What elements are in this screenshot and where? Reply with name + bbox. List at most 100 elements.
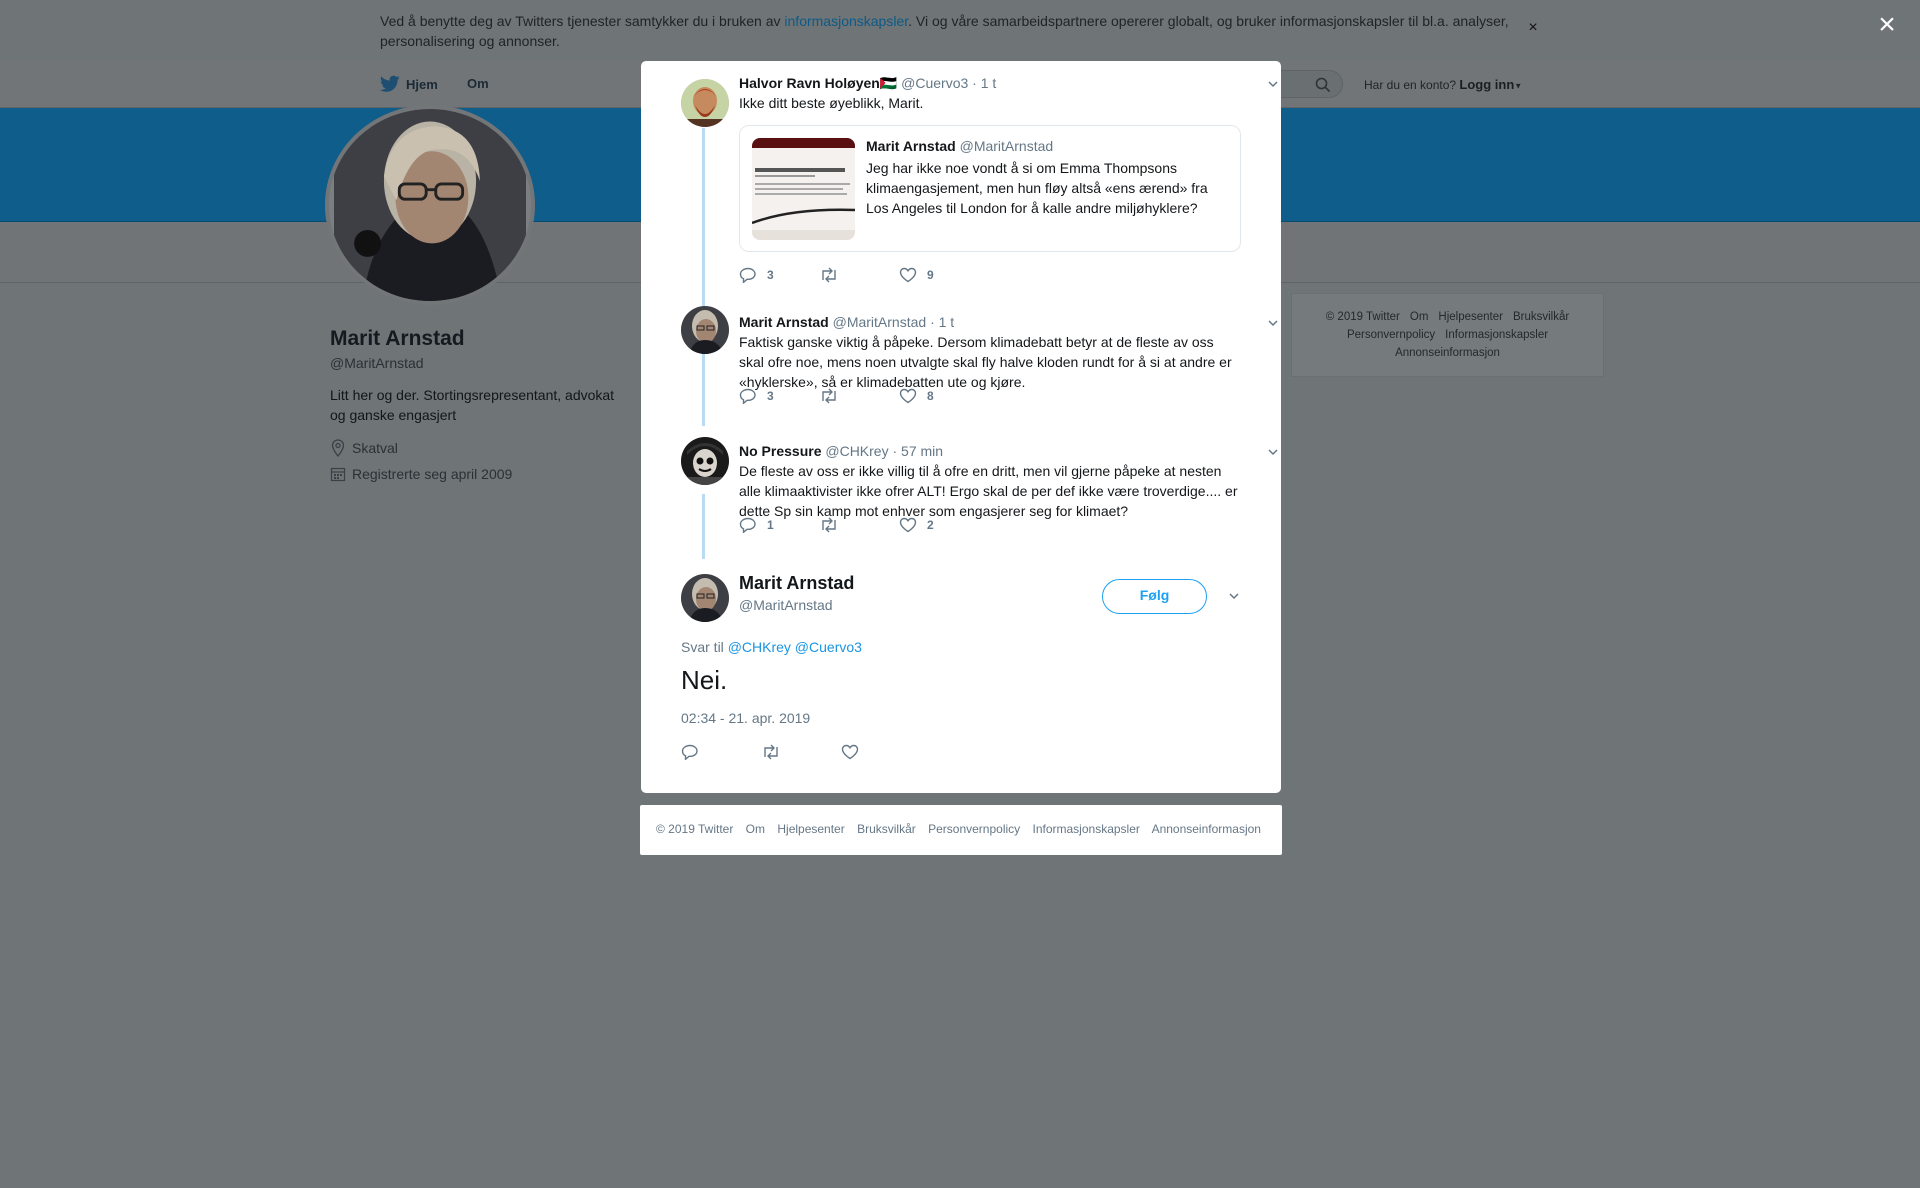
quoted-tweet[interactable]: Marit Arnstad @MaritArnstad Jeg har ikke… — [739, 125, 1241, 252]
profile-photo — [334, 109, 526, 301]
footer-link-cookies[interactable]: Informasjonskapsler — [1445, 329, 1548, 341]
tweet-time[interactable]: · 1 t — [972, 75, 996, 91]
reply-icon — [739, 517, 756, 533]
retweet-button[interactable] — [761, 744, 841, 763]
like-count: 8 — [927, 389, 934, 403]
profile-handle[interactable]: @MaritArnstad — [330, 355, 424, 371]
footer-link-about[interactable]: Om — [1410, 311, 1429, 323]
reply-button[interactable] — [681, 744, 761, 763]
login-prompt: Har du en konto? — [1364, 78, 1457, 92]
reply-to-link[interactable]: @CHKrey — [728, 639, 791, 655]
footer-link-help[interactable]: Hjelpesenter — [777, 822, 844, 836]
tweet-author-handle[interactable]: @Cuervo3 — [901, 75, 968, 91]
like-count: 2 — [927, 518, 934, 532]
footer-link-privacy[interactable]: Personvernpolicy — [928, 822, 1020, 836]
caret-down-icon: ▼ — [1514, 81, 1523, 91]
chevron-down-icon[interactable] — [1266, 77, 1280, 91]
cookie-text-before: Ved å benytte deg av Twitters tjenester … — [380, 13, 785, 29]
tweet-author-name[interactable]: Marit Arnstad — [739, 314, 829, 330]
retweet-icon — [822, 517, 836, 533]
retweet-button[interactable] — [819, 517, 899, 533]
chevron-down-icon[interactable] — [1266, 445, 1280, 459]
quoted-author-name: Marit Arnstad — [866, 138, 956, 154]
tweet-actions: 1 2 — [739, 517, 979, 533]
cookie-banner: Ved å benytte deg av Twitters tjenester … — [0, 0, 1920, 61]
main-tweet-author-handle[interactable]: @MaritArnstad — [739, 597, 833, 613]
tweet-author-name[interactable]: Halvor Ravn Holøyen🇵🇸 — [739, 75, 897, 91]
tweet-time[interactable]: · 57 min — [892, 443, 943, 459]
login-area: Har du en konto? Logg inn▼ — [1364, 77, 1522, 92]
chevron-down-icon[interactable] — [1266, 316, 1280, 330]
tweet-time[interactable]: · 1 t — [930, 314, 954, 330]
nav-home-label: Hjem — [406, 76, 438, 92]
reply-count: 1 — [767, 518, 774, 532]
thread-tweet[interactable]: Halvor Ravn Holøyen🇵🇸 @Cuervo3 · 1 t Ikk… — [681, 75, 1278, 295]
retweet-button[interactable] — [819, 267, 899, 283]
retweet-icon — [764, 744, 778, 760]
login-button[interactable]: Logg inn — [1459, 77, 1514, 92]
footer-link-about[interactable]: Om — [746, 822, 765, 836]
article-screenshot-image — [752, 138, 855, 240]
reply-to-line: Svar til @CHKrey @Cuervo3 — [681, 639, 862, 655]
heart-icon — [899, 388, 917, 404]
reply-icon — [739, 388, 756, 404]
footer-link-ads[interactable]: Annonseinformasjon — [1395, 347, 1500, 359]
nav-about-link[interactable]: Om — [467, 76, 489, 91]
reply-count: 3 — [767, 389, 774, 403]
like-button[interactable] — [841, 744, 921, 763]
reply-to-prefix: Svar til — [681, 639, 724, 655]
main-tweet-avatar[interactable] — [681, 574, 729, 622]
like-button[interactable]: 9 — [899, 267, 979, 283]
main-tweet-author-name[interactable]: Marit Arnstad — [739, 573, 854, 594]
tweet-avatar[interactable] — [681, 79, 729, 127]
twitter-bird-icon — [380, 75, 400, 92]
profile-name[interactable]: Marit Arnstad — [330, 327, 465, 351]
cookie-link[interactable]: informasjonskapsler — [784, 13, 908, 29]
reply-button[interactable]: 1 — [739, 517, 819, 533]
follow-button[interactable]: Følg — [1102, 579, 1207, 614]
cookie-close-button[interactable]: × — [1525, 18, 1541, 38]
quoted-tweet-text: Jeg har ikke noe vondt å si om Emma Thom… — [866, 160, 1208, 216]
footer-link-cookies[interactable]: Informasjonskapsler — [1033, 822, 1140, 836]
chevron-down-icon[interactable] — [1227, 589, 1241, 603]
retweet-button[interactable] — [819, 388, 899, 404]
profile-avatar[interactable] — [325, 105, 535, 305]
footer-copyright: © 2019 Twitter — [656, 822, 734, 836]
tweet-header: No Pressure @CHKrey · 57 min — [739, 443, 943, 459]
location-pin-icon — [331, 439, 345, 457]
tweet-author-name[interactable]: No Pressure — [739, 443, 821, 459]
like-button[interactable]: 2 — [899, 517, 979, 533]
main-tweet-timestamp[interactable]: 02:34 - 21. apr. 2019 — [681, 710, 810, 726]
sidebar-footer: © 2019 Twitter Om Hjelpesenter Bruksvilkår … — [1291, 293, 1604, 377]
tweet-header: Halvor Ravn Holøyen🇵🇸 @Cuervo3 · 1 t — [739, 75, 996, 92]
avatar-photo — [681, 306, 729, 354]
cookie-text: Ved å benytte deg av Twitters tjenester … — [380, 11, 1520, 51]
footer-link-ads[interactable]: Annonseinformasjon — [1152, 822, 1261, 836]
thread-tweet[interactable]: No Pressure @CHKrey · 57 min De fleste a… — [681, 437, 1278, 553]
footer-copyright: © 2019 Twitter — [1325, 311, 1400, 323]
tweet-avatar[interactable] — [681, 437, 729, 485]
reply-icon — [681, 744, 698, 761]
tweet-avatar[interactable] — [681, 306, 729, 354]
retweet-icon — [822, 388, 836, 404]
like-count: 9 — [927, 268, 934, 282]
footer-link-terms[interactable]: Bruksvilkår — [1513, 311, 1569, 323]
tweet-author-handle[interactable]: @CHKrey — [825, 443, 888, 459]
footer-link-terms[interactable]: Bruksvilkår — [857, 822, 916, 836]
profile-bio: Litt her og der. Stortingsrepresentant, … — [330, 387, 615, 423]
like-button[interactable]: 8 — [899, 388, 979, 404]
reply-to-link[interactable]: @Cuervo3 — [795, 639, 862, 655]
heart-icon — [841, 744, 859, 760]
quoted-tweet-header: Marit Arnstad @MaritArnstad — [866, 138, 1053, 154]
footer-link-privacy[interactable]: Personvernpolicy — [1347, 329, 1435, 341]
tweet-header: Marit Arnstad @MaritArnstad · 1 t — [739, 314, 954, 330]
reply-button[interactable]: 3 — [739, 267, 819, 283]
heart-icon — [899, 517, 917, 533]
footer-link-help[interactable]: Hjelpesenter — [1438, 311, 1503, 323]
close-icon[interactable]: × — [1872, 10, 1902, 40]
reply-button[interactable]: 3 — [739, 388, 819, 404]
nav-home-link[interactable]: Hjem — [380, 75, 438, 93]
thread-tweet[interactable]: Marit Arnstad @MaritArnstad · 1 t Faktis… — [681, 306, 1278, 424]
tweet-author-handle[interactable]: @MaritArnstad — [833, 314, 927, 330]
profile-joined: Registrerte seg april 2009 — [330, 466, 512, 482]
